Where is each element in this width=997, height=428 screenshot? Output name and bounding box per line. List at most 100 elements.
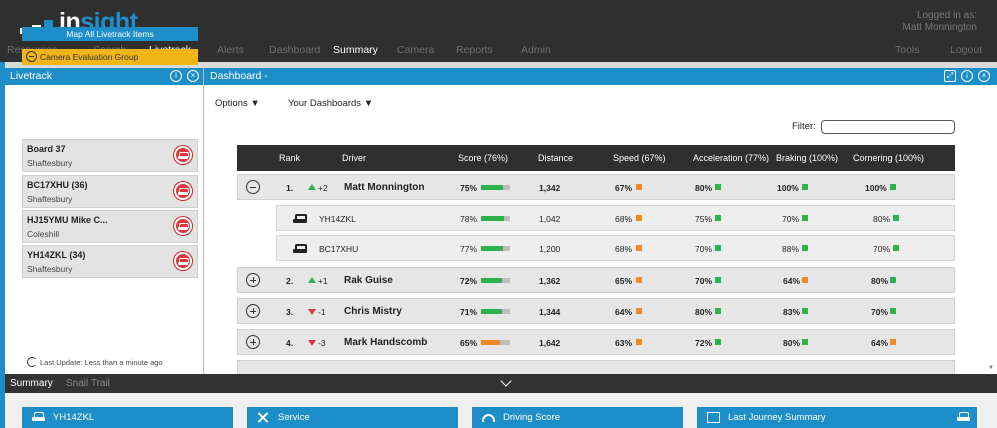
- table-row[interactable]: 2. +1 Rak Guise 72% 1,362 65% 70% 64% 80…: [237, 267, 955, 293]
- vehicle-item[interactable]: BC17XHU (36) Shaftesbury: [22, 175, 198, 208]
- cornering-status-indicator: [890, 339, 896, 345]
- group-header-camera-evaluation[interactable]: Camera Evaluation Group: [22, 49, 198, 65]
- nav-summary[interactable]: Summary: [333, 44, 378, 56]
- your-dashboards-menu[interactable]: Your Dashboards ▼: [288, 98, 373, 109]
- vehicle-item[interactable]: Board 37 Shaftesbury: [22, 139, 198, 172]
- vehicle-status-car-icon[interactable]: [174, 217, 192, 235]
- nav-admin[interactable]: Admin: [521, 44, 551, 56]
- info-icon[interactable]: i: [961, 70, 973, 82]
- acceleration-value: 80%: [695, 183, 713, 193]
- col-driver[interactable]: Driver: [342, 153, 366, 163]
- dashboard-header: Dashboard - ⤢ i ×: [204, 68, 997, 85]
- dropdown-arrow-icon: ▼: [363, 98, 374, 109]
- map-all-livetrack-button[interactable]: Map All Livetrack Items: [22, 27, 198, 41]
- panel-last-journey[interactable]: Last Journey Summary: [697, 407, 977, 428]
- table-row[interactable]: [237, 360, 955, 374]
- distance-value: 1,362: [539, 276, 561, 286]
- acceleration-value: 72%: [695, 338, 713, 348]
- acceleration-status-indicator: [715, 184, 721, 190]
- vehicle-item[interactable]: HJ15YMU Mike C... Coleshill: [22, 210, 198, 243]
- vehicle-name: HJ15YMU Mike C...: [27, 215, 108, 225]
- braking-value: 100%: [777, 183, 799, 193]
- close-icon[interactable]: ×: [187, 70, 199, 82]
- dashboard-title: Dashboard -: [210, 70, 268, 82]
- rank-down-icon: [308, 340, 316, 346]
- col-cornering[interactable]: Cornering (100%): [853, 153, 924, 163]
- expand-icon[interactable]: [246, 335, 260, 349]
- expand-icon[interactable]: ⤢: [944, 70, 956, 82]
- nav-reports[interactable]: Reports: [456, 44, 493, 56]
- speed-status-indicator: [636, 277, 642, 283]
- table-row[interactable]: 4. -3 Mark Handscomb 65% 1,642 63% 72% 8…: [237, 329, 955, 355]
- close-icon[interactable]: ×: [978, 70, 990, 82]
- cornering-status-indicator: [893, 215, 899, 221]
- vehicle-reg: BC17XHU: [319, 244, 359, 254]
- filter-input[interactable]: [821, 120, 955, 134]
- vehicle-subrow[interactable]: BC17XHU 77% 1,200 68% 70% 88% 70%: [276, 235, 955, 261]
- driver-name[interactable]: Chris Mistry: [344, 306, 402, 317]
- distance-value: 1,642: [539, 338, 561, 348]
- driver-name[interactable]: Matt Monnington: [344, 182, 425, 193]
- vehicle-item[interactable]: YH14ZKL (34) Shaftesbury: [22, 245, 198, 278]
- score-value: 75%: [460, 183, 478, 193]
- score-bar: [481, 340, 510, 345]
- nav-logout[interactable]: Logout: [950, 44, 982, 56]
- score-bar: [481, 309, 510, 314]
- score-value: 78%: [460, 214, 478, 224]
- braking-status-indicator: [802, 339, 808, 345]
- panel-label: Driving Score: [503, 412, 561, 423]
- rank-change: -3: [318, 338, 326, 348]
- acceleration-value: 75%: [695, 214, 713, 224]
- dashboard-panel: Dashboard - ⤢ i × Options ▼ Your Dashboa…: [204, 68, 997, 374]
- scroll-down-icon[interactable]: ▼: [988, 365, 994, 371]
- col-braking[interactable]: Braking (100%): [776, 153, 838, 163]
- tools-icon: [257, 412, 270, 423]
- table-row[interactable]: 1. +2 Matt Monnington 75% 1,342 67% 80% …: [237, 174, 955, 200]
- acceleration-value: 70%: [695, 244, 713, 254]
- rank-up-icon: [308, 184, 316, 190]
- nav-dashboard[interactable]: Dashboard: [269, 44, 320, 56]
- collapse-icon[interactable]: [26, 51, 37, 62]
- options-menu[interactable]: Options ▼: [215, 98, 260, 109]
- acceleration-value: 70%: [695, 276, 713, 286]
- vehicle-status-car-icon[interactable]: [174, 252, 192, 270]
- vehicle-status-car-icon[interactable]: [174, 182, 192, 200]
- distance-value: 1,042: [539, 214, 561, 224]
- last-update-text: Last Update: Less than a minute ago: [40, 358, 163, 367]
- refresh-icon[interactable]: [27, 357, 37, 367]
- panel-service[interactable]: Service: [247, 407, 458, 428]
- score-bar-fill: [481, 185, 503, 190]
- distance-value: 1,344: [539, 307, 561, 317]
- livetrack-header: Livetrack i ×: [5, 68, 203, 85]
- tab-snail-trail[interactable]: Snail Trail: [66, 378, 110, 389]
- col-distance[interactable]: Distance: [538, 153, 573, 163]
- chevron-down-icon[interactable]: [500, 375, 512, 387]
- driver-name[interactable]: Mark Handscomb: [344, 337, 427, 348]
- expand-icon[interactable]: [246, 273, 260, 287]
- col-rank[interactable]: Rank: [279, 153, 300, 163]
- cornering-value: 64%: [871, 338, 889, 348]
- gauge-icon: [482, 414, 495, 422]
- tab-summary[interactable]: Summary: [10, 378, 53, 389]
- vehicle-status-car-icon[interactable]: [174, 146, 192, 164]
- expand-icon[interactable]: [246, 304, 260, 318]
- nav-tools[interactable]: Tools: [895, 44, 920, 56]
- info-icon[interactable]: i: [170, 70, 182, 82]
- acceleration-status-indicator: [715, 277, 721, 283]
- collapse-icon[interactable]: [246, 180, 260, 194]
- map-icon: [707, 412, 720, 423]
- braking-value: 80%: [783, 338, 801, 348]
- acceleration-status-indicator: [715, 215, 721, 221]
- col-score[interactable]: Score (76%): [458, 153, 508, 163]
- nav-camera[interactable]: Camera: [397, 44, 434, 56]
- panel-driving-score[interactable]: Driving Score: [472, 407, 683, 428]
- table-row[interactable]: 3. -1 Chris Mistry 71% 1,344 64% 80% 83%…: [237, 298, 955, 324]
- vehicle-subrow[interactable]: YH14ZKL 78% 1,042 68% 75% 70% 80%: [276, 205, 955, 231]
- nav-alerts[interactable]: Alerts: [217, 44, 244, 56]
- panel-vehicle[interactable]: YH14ZKL: [22, 407, 233, 428]
- driver-name[interactable]: Rak Guise: [344, 275, 393, 286]
- col-acceleration[interactable]: Acceleration (77%): [693, 153, 769, 163]
- acceleration-status-indicator: [715, 339, 721, 345]
- col-speed[interactable]: Speed (67%): [613, 153, 666, 163]
- braking-value: 64%: [783, 276, 801, 286]
